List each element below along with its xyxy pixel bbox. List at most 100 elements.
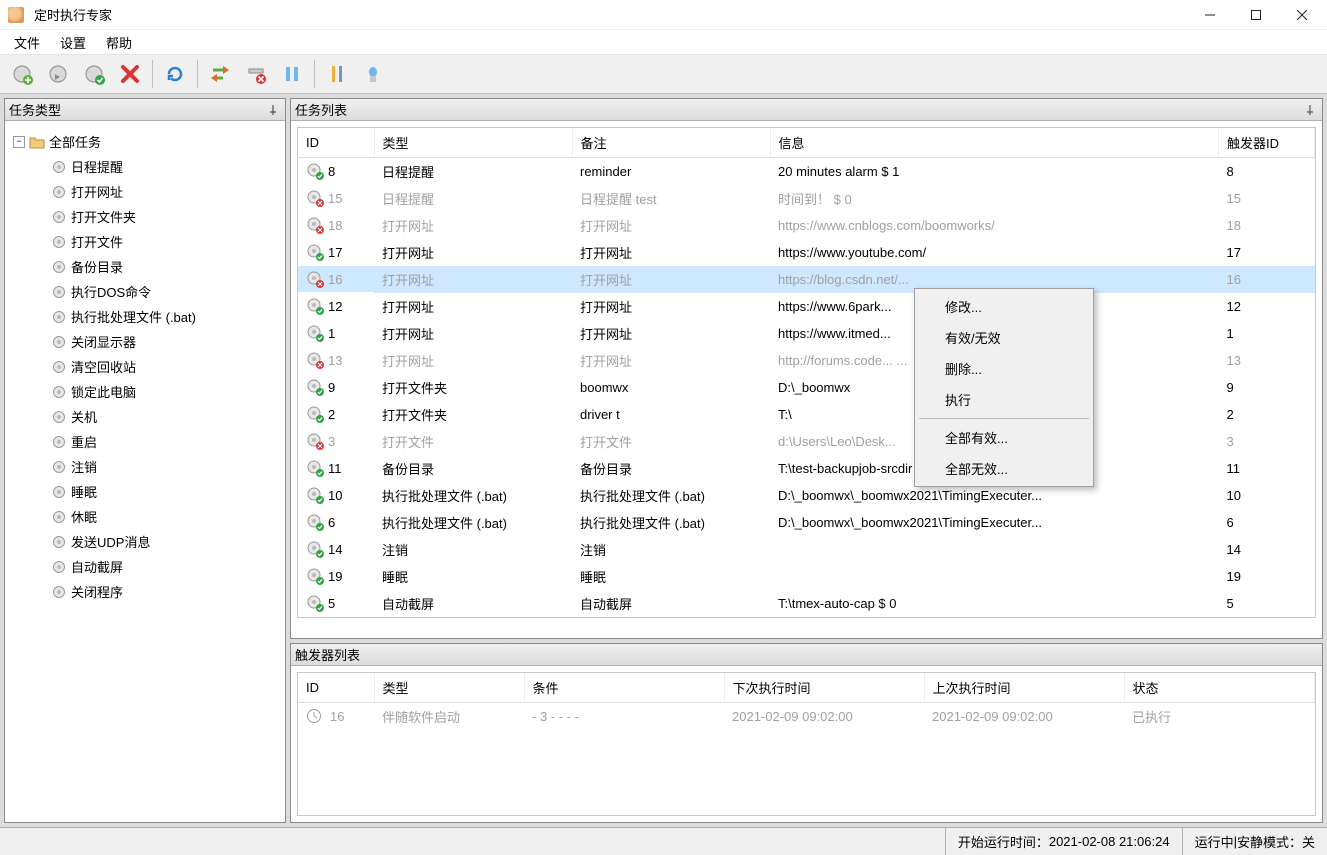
tree-item[interactable]: 清空回收站 xyxy=(9,354,281,379)
tree-item-label: 自动截屏 xyxy=(71,557,123,576)
col-info[interactable]: 信息 xyxy=(770,128,1219,158)
table-row[interactable]: 3打开文件打开文件d:\Users\Leo\Desk...3 xyxy=(298,428,1315,455)
task-trigger-id: 12 xyxy=(1219,293,1315,320)
task-info: 20 minutes alarm $ 1 xyxy=(770,158,1219,186)
tree-item-label: 执行批处理文件 (.bat) xyxy=(71,307,196,326)
task-type-tree[interactable]: − 全部任务 日程提醒打开网址打开文件夹打开文件备份目录执行DOS命令执行批处理… xyxy=(9,127,281,604)
collapse-icon[interactable]: − xyxy=(13,136,25,148)
pause-button[interactable] xyxy=(276,58,308,90)
tree-item[interactable]: 自动截屏 xyxy=(9,554,281,579)
menu-enable-all[interactable]: 全部有效... xyxy=(917,422,1091,453)
tree-item[interactable]: 执行批处理文件 (.bat) xyxy=(9,304,281,329)
menu-run[interactable]: 执行 xyxy=(917,384,1091,415)
table-row[interactable]: 11备份目录备份目录T:\test-backupjob-srcdir $ T:\… xyxy=(298,455,1315,482)
edit-task-button[interactable] xyxy=(42,58,74,90)
task-note: 打开网址 xyxy=(572,320,770,347)
close-button[interactable] xyxy=(1279,0,1325,30)
tree-item-label: 重启 xyxy=(71,432,97,451)
table-row[interactable]: 2打开文件夹driver tT:\2 xyxy=(298,401,1315,428)
task-table[interactable]: ID 类型 备注 信息 触发器ID 8日程提醒reminder20 minute… xyxy=(298,128,1315,617)
run-button[interactable] xyxy=(204,58,236,90)
table-row[interactable]: 8日程提醒reminder20 minutes alarm $ 18 xyxy=(298,158,1315,186)
tree-item[interactable]: 关机 xyxy=(9,404,281,429)
tree-item[interactable]: 睡眠 xyxy=(9,479,281,504)
table-row[interactable]: 15日程提醒日程提醒 test时间到！ $ 015 xyxy=(298,185,1315,212)
tree-item[interactable]: 注销 xyxy=(9,454,281,479)
table-row[interactable]: 17打开网址打开网址https://www.youtube.com/17 xyxy=(298,239,1315,266)
tree-item[interactable]: 发送UDP消息 xyxy=(9,529,281,554)
task-id: 1 xyxy=(328,326,335,341)
tree-item[interactable]: 打开网址 xyxy=(9,179,281,204)
table-row[interactable]: 18打开网址打开网址https://www.cnblogs.com/boomwo… xyxy=(298,212,1315,239)
tcol-id[interactable]: ID xyxy=(298,673,374,703)
statusbar: 开始运行时间：2021-02-08 21:06:24 运行中 | 安静模式：关 xyxy=(0,827,1327,855)
task-trigger-id: 3 xyxy=(1219,428,1315,455)
gear-icon xyxy=(51,509,67,525)
task-trigger-id: 8 xyxy=(1219,158,1315,186)
task-status-icon xyxy=(306,567,324,585)
maximize-button[interactable] xyxy=(1233,0,1279,30)
menu-help[interactable]: 帮助 xyxy=(96,30,142,54)
menu-toggle-enabled[interactable]: 有效/无效 xyxy=(917,322,1091,353)
task-status-icon xyxy=(306,513,324,531)
add-task-button[interactable] xyxy=(6,58,38,90)
tree-item[interactable]: 关闭显示器 xyxy=(9,329,281,354)
toolbar xyxy=(0,54,1327,94)
col-id[interactable]: ID xyxy=(298,128,374,158)
menu-delete[interactable]: 删除... xyxy=(917,353,1091,384)
table-row[interactable]: 5自动截屏自动截屏T:\tmex-auto-cap $ 05 xyxy=(298,590,1315,617)
tree-item[interactable]: 打开文件 xyxy=(9,229,281,254)
tcol-next[interactable]: 下次执行时间 xyxy=(724,673,924,703)
tree-item[interactable]: 日程提醒 xyxy=(9,154,281,179)
table-row[interactable]: 1打开网址打开网址https://www.itmed...1 xyxy=(298,320,1315,347)
table-row[interactable]: 12打开网址打开网址https://www.6park...12 xyxy=(298,293,1315,320)
tree-item[interactable]: 休眠 xyxy=(9,504,281,529)
menu-modify[interactable]: 修改... xyxy=(917,291,1091,322)
minimize-button[interactable] xyxy=(1187,0,1233,30)
trigger-row[interactable]: 16 伴随软件启动 - 3 - - - - 2021-02-09 09:02:0… xyxy=(298,703,1315,731)
table-row[interactable]: 13打开网址打开网址http://forums.code... ...13 xyxy=(298,347,1315,374)
tree-item[interactable]: 备份目录 xyxy=(9,254,281,279)
col-note[interactable]: 备注 xyxy=(572,128,770,158)
col-trigger-id[interactable]: 触发器ID xyxy=(1219,128,1315,158)
enable-task-button[interactable] xyxy=(78,58,110,90)
tcol-state[interactable]: 状态 xyxy=(1124,673,1315,703)
refresh-button[interactable] xyxy=(159,58,191,90)
tree-item-label: 注销 xyxy=(71,457,97,476)
task-id: 17 xyxy=(328,245,342,260)
tcol-cond[interactable]: 条件 xyxy=(524,673,724,703)
col-type[interactable]: 类型 xyxy=(374,128,572,158)
menu-file[interactable]: 文件 xyxy=(4,30,50,54)
pin-icon[interactable] xyxy=(1302,102,1318,118)
task-id: 19 xyxy=(328,569,342,584)
tree-item[interactable]: 关闭程序 xyxy=(9,579,281,604)
table-row[interactable]: 14注销注销14 xyxy=(298,536,1315,563)
tree-item[interactable]: 打开文件夹 xyxy=(9,204,281,229)
trigger-type: 伴随软件启动 xyxy=(374,703,524,731)
tree-item[interactable]: 执行DOS命令 xyxy=(9,279,281,304)
tree-item-label: 睡眠 xyxy=(71,482,97,501)
menu-disable-all[interactable]: 全部无效... xyxy=(917,453,1091,484)
table-row[interactable]: 6执行批处理文件 (.bat)执行批处理文件 (.bat)D:\_boomwx\… xyxy=(298,509,1315,536)
tree-root[interactable]: − 全部任务 xyxy=(9,129,281,154)
trigger-prev: 2021-02-09 09:02:00 xyxy=(924,703,1124,731)
pin-icon[interactable] xyxy=(265,102,281,118)
trigger-list-title: 触发器列表 xyxy=(295,645,360,664)
table-row[interactable]: 19睡眠睡眠19 xyxy=(298,563,1315,590)
about-button[interactable] xyxy=(357,58,389,90)
tree-item[interactable]: 重启 xyxy=(9,429,281,454)
gear-icon xyxy=(51,484,67,500)
tree-item[interactable]: 锁定此电脑 xyxy=(9,379,281,404)
tcol-prev[interactable]: 上次执行时间 xyxy=(924,673,1124,703)
trigger-id: 16 xyxy=(330,709,344,724)
trigger-table[interactable]: ID 类型 条件 下次执行时间 上次执行时间 状态 16 伴随软件启动 - 3 … xyxy=(298,673,1315,730)
delete-task-button[interactable] xyxy=(114,58,146,90)
table-row[interactable]: 10执行批处理文件 (.bat)执行批处理文件 (.bat)D:\_boomwx… xyxy=(298,482,1315,509)
table-row[interactable]: 16打开网址打开网址https://blog.csdn.net/...16 xyxy=(298,266,1315,293)
tcol-type[interactable]: 类型 xyxy=(374,673,524,703)
task-id: 9 xyxy=(328,380,335,395)
tools-button[interactable] xyxy=(321,58,353,90)
menu-settings[interactable]: 设置 xyxy=(50,30,96,54)
table-row[interactable]: 9打开文件夹boomwxD:\_boomwx9 xyxy=(298,374,1315,401)
stop-button[interactable] xyxy=(240,58,272,90)
